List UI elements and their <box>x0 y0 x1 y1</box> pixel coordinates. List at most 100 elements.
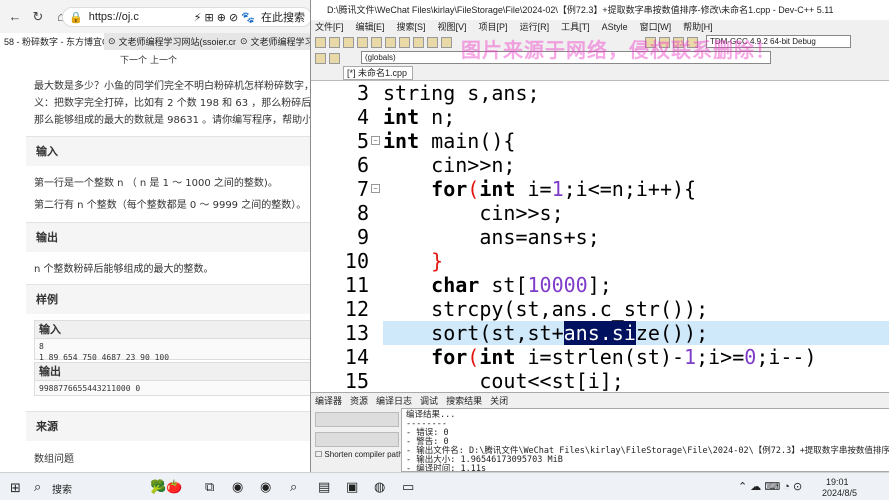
save-all-icon[interactable] <box>357 36 368 48</box>
tab-1[interactable]: 58 - 粉碎数字 - 东方博宜OJ× <box>0 33 104 50</box>
sample-output-line: 9988776655443211000 0 <box>39 384 141 393</box>
edge-icon[interactable]: ◉ <box>232 479 243 495</box>
code-line: string s,ans; <box>383 81 540 105</box>
explorer-icon[interactable]: ▤ <box>318 479 330 495</box>
close-icon[interactable] <box>371 36 382 48</box>
source-line: 数组问题 <box>34 454 74 465</box>
wechat-icon[interactable]: ◍ <box>374 479 385 495</box>
lock-icon: 🔒 <box>69 11 83 24</box>
line-number: 6 <box>356 153 369 177</box>
watermark: 图片来源于网络，侵权联系删除！ <box>461 40 776 62</box>
find-next-button[interactable]: 下一个 <box>120 53 147 66</box>
print-icon[interactable] <box>385 36 396 48</box>
section-input-title: 输入 <box>26 136 312 166</box>
section-source-title: 来源 <box>26 411 312 441</box>
output-line: n 个整数粉碎后能够组成的最大的整数。 <box>34 264 214 275</box>
open-icon[interactable] <box>329 36 340 48</box>
tab-3[interactable]: ⊙ 文老师编程学习 <box>236 33 312 50</box>
code-line: strcpy(st,ans.c_str()); <box>383 297 709 321</box>
intro-line: 最大数是多少？小鱼的同学们完全不明白粉碎机怎样粉碎数字，小鱼 <box>34 81 312 92</box>
windows-start-icon[interactable]: ⊞ <box>10 480 21 496</box>
menu-edit[interactable]: 编辑[E] <box>356 20 385 34</box>
problem-content: 最大数是多少？小鱼的同学们完全不明白粉碎机怎样粉碎数字，小鱼 义：把数字完全打碎… <box>0 66 312 472</box>
section-output-title: 输出 <box>26 222 312 252</box>
code-line: char st[10000]; <box>383 273 612 297</box>
extensions-icon[interactable]: ⚡ ⊞ ⊕ ⊘ 🐾 <box>194 11 255 24</box>
menu-tools[interactable]: 工具[T] <box>561 20 590 34</box>
widget-icon[interactable]: 🥦🍅 <box>150 479 182 495</box>
menu-help[interactable]: 帮助[H] <box>683 20 713 34</box>
menu-bar: 文件[F] 编辑[E] 搜索[S] 视图[V] 项目[P] 运行[R] 工具[T… <box>311 20 889 34</box>
shorten-paths-checkbox[interactable]: ☐ Shorten compiler paths <box>315 450 407 459</box>
taskbar-search[interactable]: 搜索 <box>52 481 72 496</box>
abort-button[interactable] <box>315 412 399 427</box>
find-bar: 下一个 上一个 <box>0 50 312 66</box>
search-icon[interactable]: ⌕ <box>34 479 41 495</box>
tab-search-results[interactable]: 搜索结果 <box>446 393 482 408</box>
browser-icon[interactable]: ◉ <box>260 479 271 495</box>
code-line: } <box>383 249 444 273</box>
tab-compile-log[interactable]: 编译日志 <box>376 393 412 408</box>
search-label[interactable]: 在此搜索 <box>261 9 305 25</box>
back-icon[interactable]: ← <box>8 9 22 24</box>
tab-3-icon: ⊙ <box>240 36 248 46</box>
line-number: 8 <box>356 201 369 225</box>
tab-compiler[interactable]: 编译器 <box>315 393 342 408</box>
code-editor[interactable]: 3 4 5 6 7 8 9 10 11 12 13 14 15 − − stri… <box>311 80 889 393</box>
line-number: 15 <box>344 369 369 393</box>
menu-search[interactable]: 搜索[S] <box>397 20 426 34</box>
line-number: 12 <box>344 297 369 321</box>
sample-input-head: 输入 <box>35 321 311 339</box>
tab-debug[interactable]: 调试 <box>420 393 438 408</box>
folder-icon[interactable]: ▭ <box>402 479 414 495</box>
fold-minus-icon[interactable]: − <box>371 136 380 145</box>
code-line: int main(){ <box>383 129 516 153</box>
menu-run[interactable]: 运行[R] <box>520 20 550 34</box>
clock-date: 2024/8/5 <box>822 488 858 498</box>
tab-resources[interactable]: 资源 <box>350 393 368 408</box>
tab-strip: 58 - 粉碎数字 - 东方博宜OJ× ⊙文老师编程学习网站(ssoier.cn… <box>0 33 312 50</box>
intro-line: 那么能够组成的最大的数就是 98631 。请你编写程序，帮助小鱼同学 <box>34 115 312 126</box>
tab-2[interactable]: ⊙文老师编程学习网站(ssoier.cn)× <box>104 33 236 50</box>
line-number: 7 <box>356 177 369 201</box>
refresh-icon[interactable]: ↻ <box>31 9 45 24</box>
devcpp-icon[interactable]: ▣ <box>346 479 358 495</box>
file-tab[interactable]: [*] 未命名1.cpp <box>343 66 413 80</box>
tab-close[interactable]: 关闭 <box>490 393 508 408</box>
menu-view[interactable]: 视图[V] <box>438 20 467 34</box>
system-tray-icons[interactable]: ⌃ ☁ ⌨ ◔ ⊙ <box>738 480 802 493</box>
menu-project[interactable]: 项目[P] <box>479 20 508 34</box>
search-app-icon[interactable]: ⌕ <box>290 479 297 495</box>
task-view-icon[interactable]: ⧉ <box>205 479 214 495</box>
compile-log: 编译结果... -------- - 错误: 0 - 警告: 0 - 输出文件名… <box>401 408 889 472</box>
code-line-current: sort(st,st+ans.size()); <box>383 321 889 345</box>
undo-icon[interactable] <box>399 36 410 48</box>
new-file-icon[interactable] <box>315 36 326 48</box>
line-number: 14 <box>344 345 369 369</box>
insert-icon[interactable] <box>315 52 326 64</box>
sample-input-box: 输入 81 89 654 750 4687 23 90 100 <box>34 320 312 362</box>
find-prev-button[interactable]: 上一个 <box>150 53 177 66</box>
line-gutter: 3 4 5 6 7 8 9 10 11 12 13 14 15 − − <box>311 81 381 393</box>
sample-output-box: 输出 9988776655443211000 0 <box>34 362 312 396</box>
fold-minus-icon[interactable]: − <box>371 184 380 193</box>
menu-astyle[interactable]: AStyle <box>602 20 628 34</box>
browser-window: ← ↻ ⌂ 🔒 https://oj.c ⚡ ⊞ ⊕ ⊘ 🐾 在此搜索 58 -… <box>0 0 312 472</box>
code-line: cin>>s; <box>383 201 564 225</box>
save-icon[interactable] <box>343 36 354 48</box>
log-controls: ☐ Shorten compiler paths <box>311 408 407 472</box>
toggle-icon[interactable] <box>329 52 340 64</box>
window-title: D:\腾讯文件\WeChat Files\kirlay\FileStorage\… <box>311 0 889 20</box>
code-line: cout<<st[i]; <box>383 369 624 393</box>
sample-input-line: 8 <box>39 342 44 351</box>
line-number: 10 <box>344 249 369 273</box>
menu-window[interactable]: 窗口[W] <box>640 20 672 34</box>
tab-2-icon: ⊙ <box>108 36 116 46</box>
redo-icon[interactable] <box>413 36 424 48</box>
clear-button[interactable] <box>315 432 399 447</box>
replace-icon[interactable] <box>441 36 452 48</box>
find-icon[interactable] <box>427 36 438 48</box>
line-number: 9 <box>356 225 369 249</box>
url-input[interactable]: 🔒 https://oj.c ⚡ ⊞ ⊕ ⊘ 🐾 在此搜索 <box>62 7 312 27</box>
menu-file[interactable]: 文件[F] <box>315 20 344 34</box>
